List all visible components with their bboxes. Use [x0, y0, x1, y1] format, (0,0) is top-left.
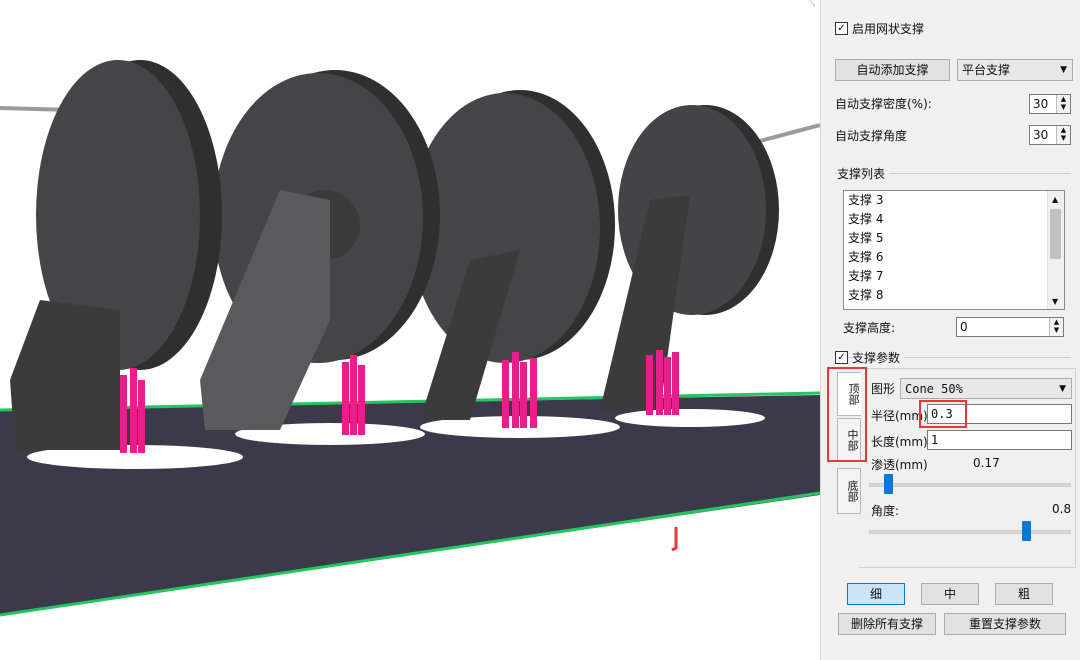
angle-param-label: 角度:	[871, 504, 900, 518]
tab-bottom[interactable]: 底部	[837, 468, 861, 514]
highlight-box-tabs	[827, 367, 867, 462]
model-1	[10, 60, 222, 450]
model-2	[200, 70, 440, 430]
size-medium-button[interactable]: 中	[921, 583, 979, 605]
shape-select[interactable]: Cone 50% ▼	[900, 378, 1072, 399]
density-spinner[interactable]: 30 ▲ ▼	[1029, 94, 1071, 114]
support-type-select[interactable]: 平台支撑 ▼	[957, 59, 1073, 81]
angle-slider-track[interactable]	[869, 530, 1071, 534]
reset-support-params-button[interactable]: 重置支撑参数	[944, 613, 1066, 635]
support-height-label: 支撑高度:	[843, 321, 896, 335]
support-params-label: 支撑参数	[852, 349, 905, 366]
3d-viewport[interactable]	[0, 0, 820, 660]
scroll-up-icon: ▲	[1052, 195, 1059, 204]
shape-value: Cone 50%	[905, 382, 963, 396]
list-item[interactable]: 支撑 5	[844, 229, 1064, 248]
list-item[interactable]: 支撑 3	[844, 191, 1064, 210]
scene	[0, 0, 820, 617]
support-height-spinner[interactable]: 0 ▲ ▼	[956, 317, 1064, 337]
spinner-arrows-icon[interactable]: ▲ ▼	[1056, 126, 1070, 144]
highlight-box-radius	[919, 400, 967, 428]
length-input[interactable]: 1	[927, 430, 1072, 450]
support-type-value: 平台支撑	[962, 63, 1011, 77]
enable-mesh-support-checkbox[interactable]: ✓	[835, 22, 848, 35]
size-thick-button[interactable]: 粗	[995, 583, 1053, 605]
list-scrollbar[interactable]: ▲ ▼	[1047, 191, 1064, 309]
penetration-slider-thumb[interactable]	[884, 474, 894, 494]
list-item[interactable]: 支撑 7	[844, 267, 1064, 286]
angle-label: 自动支撑角度	[835, 129, 908, 143]
spinner-arrows-icon[interactable]: ▲ ▼	[1049, 318, 1063, 336]
scroll-down-icon: ▼	[1052, 297, 1059, 306]
chevron-down-icon: ▼	[1059, 384, 1066, 394]
auto-add-support-button[interactable]: 自动添加支撑	[835, 59, 950, 81]
penetration-slider-track[interactable]	[869, 483, 1071, 487]
length-label: 长度(mm)	[871, 435, 928, 449]
angle-slider-thumb[interactable]	[1021, 521, 1031, 541]
spinner-arrows-icon[interactable]: ▲ ▼	[1056, 95, 1070, 113]
density-value: 30	[1033, 97, 1049, 111]
scroll-thumb	[1050, 209, 1061, 259]
angle-param-value: 0.8	[1052, 502, 1072, 516]
shape-label: 图形	[871, 382, 896, 396]
axis-marker	[671, 527, 678, 552]
support-listbox[interactable]: 支撑 3 支撑 4 支撑 5 支撑 6 支撑 7 支撑 8 ▲ ▼	[843, 190, 1065, 310]
support-list-title: 支撑列表	[837, 165, 890, 182]
model-4	[600, 105, 779, 410]
density-label: 自动支撑密度(%):	[835, 97, 932, 111]
penetration-label: 渗透(mm)	[871, 458, 928, 472]
support-params-checkbox[interactable]: ✓	[835, 351, 848, 364]
enable-mesh-support-label: 启用网状支撑	[852, 22, 925, 36]
size-thin-button[interactable]: 细	[847, 583, 905, 605]
list-item[interactable]: 支撑 6	[844, 248, 1064, 267]
angle-value: 30	[1033, 128, 1049, 142]
penetration-value: 0.17	[973, 456, 1000, 470]
support-panel: ✓ 启用网状支撑 自动添加支撑 平台支撑 ▼ 自动支撑密度(%): 30 ▲ ▼ …	[820, 0, 1080, 660]
angle-spinner[interactable]: 30 ▲ ▼	[1029, 125, 1071, 145]
chevron-down-icon: ▼	[1060, 65, 1067, 75]
list-item[interactable]: 支撑 4	[844, 210, 1064, 229]
support-height-value: 0	[960, 320, 968, 334]
delete-all-supports-button[interactable]: 删除所有支撑	[838, 613, 936, 635]
list-item[interactable]: 支撑 8	[844, 286, 1064, 305]
